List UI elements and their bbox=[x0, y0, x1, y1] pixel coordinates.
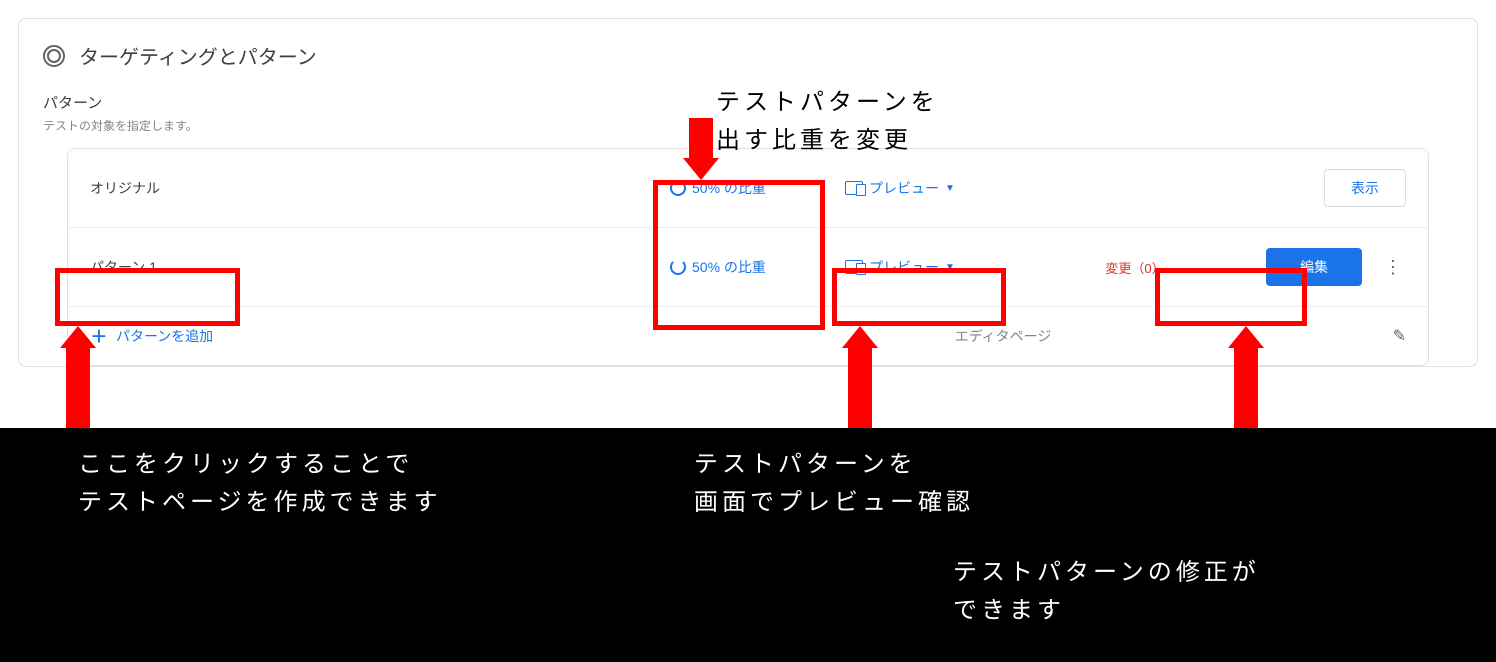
edit-button[interactable]: 編集 bbox=[1266, 248, 1362, 286]
devices-icon bbox=[845, 181, 863, 195]
annotation-text-weight: テストパターンを 出す比重を変更 bbox=[716, 84, 939, 161]
target-icon bbox=[43, 45, 65, 67]
pattern-name-original[interactable]: オリジナル bbox=[90, 178, 670, 198]
more-menu-icon[interactable]: ⋮ bbox=[1380, 257, 1406, 278]
panel-header: ターゲティングとパターン bbox=[19, 41, 1477, 86]
pattern-name-1[interactable]: パターン 1 bbox=[90, 257, 670, 277]
weight-icon bbox=[670, 259, 686, 275]
pattern-row-original: オリジナル 50% の比重 プレビュー ▼ 表示 bbox=[68, 149, 1428, 228]
weight-label: 50% の比重 bbox=[692, 257, 766, 277]
view-button[interactable]: 表示 bbox=[1324, 169, 1406, 207]
panel-title: ターゲティングとパターン bbox=[79, 41, 317, 70]
preview-dropdown-original[interactable]: プレビュー ▼ bbox=[845, 178, 1045, 198]
actions-original: 表示 bbox=[1225, 169, 1406, 207]
actions-1: 編集 ⋮ bbox=[1225, 248, 1406, 286]
add-pattern-label: パターンを追加 bbox=[116, 326, 213, 346]
annotation-text-preview: テストパターンを 画面でプレビュー確認 bbox=[694, 446, 974, 523]
preview-label: プレビュー bbox=[869, 178, 939, 198]
targeting-patterns-panel: ターゲティングとパターン パターン テストの対象を指定します。 オリジナル 50… bbox=[18, 18, 1478, 367]
annotation-text-name: ここをクリックすることで テストページを作成できます bbox=[78, 446, 442, 523]
patterns-list: オリジナル 50% の比重 プレビュー ▼ 表示 パターン 1 bbox=[67, 148, 1429, 366]
annotation-text-edit: テストパターンの修正が できます bbox=[953, 554, 1260, 631]
pattern-row-1: パターン 1 50% の比重 プレビュー ▼ 変更（0） 編集 ⋮ bbox=[68, 228, 1428, 307]
pencil-icon[interactable]: ✎ bbox=[1393, 326, 1406, 346]
changes-link[interactable]: 変更（0） bbox=[1045, 258, 1225, 277]
preview-dropdown-1[interactable]: プレビュー ▼ bbox=[845, 257, 1045, 277]
devices-icon bbox=[845, 260, 863, 274]
patterns-footer: ＋ パターンを追加 エディタページ ✎ bbox=[68, 307, 1428, 365]
add-pattern-button[interactable]: ＋ パターンを追加 bbox=[90, 323, 213, 349]
chevron-down-icon: ▼ bbox=[945, 262, 955, 273]
weight-label: 50% の比重 bbox=[692, 178, 766, 198]
weight-button-1[interactable]: 50% の比重 bbox=[670, 257, 845, 277]
weight-button-original[interactable]: 50% の比重 bbox=[670, 178, 845, 198]
editor-page-label: エディタページ bbox=[213, 326, 1392, 346]
chevron-down-icon: ▼ bbox=[945, 183, 955, 194]
annotation-arrow-weight bbox=[683, 118, 719, 180]
weight-icon bbox=[670, 180, 686, 196]
preview-label: プレビュー bbox=[869, 257, 939, 277]
